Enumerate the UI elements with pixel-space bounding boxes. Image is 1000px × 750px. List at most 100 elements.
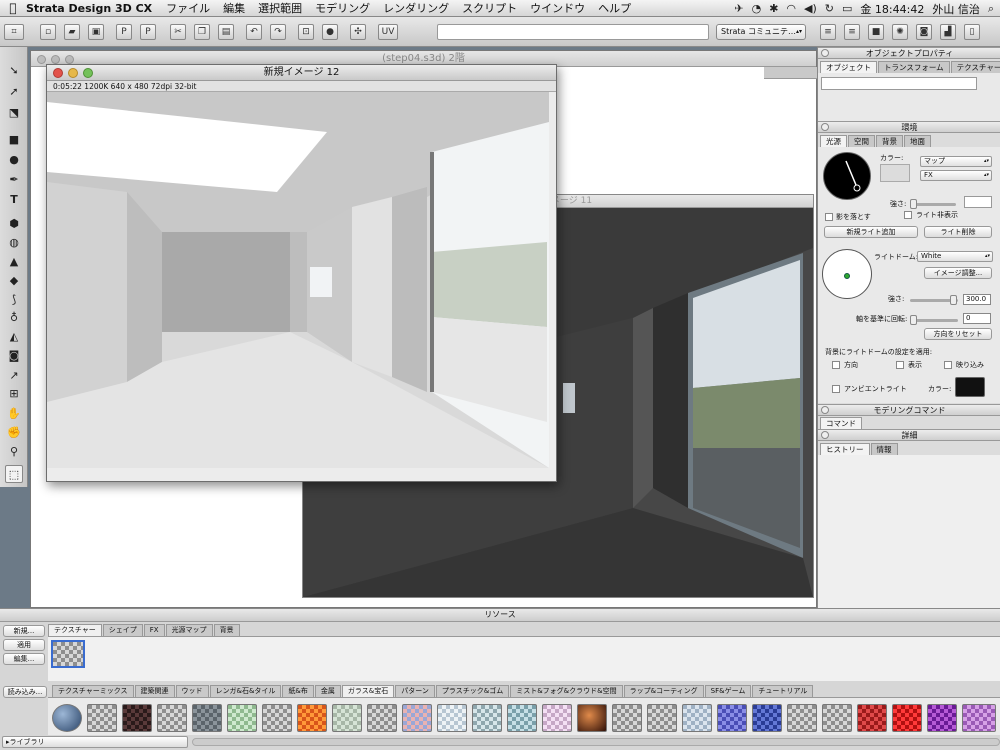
direction-checkbox[interactable] xyxy=(832,361,840,369)
swatch-glass-12[interactable] xyxy=(472,704,502,732)
swatch-glass-22[interactable] xyxy=(822,704,852,732)
swatch-glass-20[interactable] xyxy=(752,704,782,732)
open-folder-icon[interactable]: ▰ xyxy=(64,24,80,40)
swatch-glass-14[interactable] xyxy=(542,704,572,732)
light-color-swatch[interactable] xyxy=(880,164,910,182)
cat-plastic-rubber[interactable]: プラスチック&ゴム xyxy=(435,685,510,697)
object-name-field[interactable] xyxy=(821,77,977,90)
sync-icon[interactable]: ↻ xyxy=(825,2,834,15)
spotlight-tool-icon[interactable]: ◭ xyxy=(5,328,23,346)
swatch-glass-1[interactable] xyxy=(87,704,117,732)
res-tab-fx[interactable]: FX xyxy=(143,624,165,636)
menu-rendering[interactable]: レンダリング xyxy=(383,0,449,16)
rotate-view-icon[interactable]: ✊ xyxy=(5,424,23,442)
doc-view-controls[interactable] xyxy=(764,67,818,79)
direct-select-icon[interactable]: ➚ xyxy=(5,83,23,101)
text-tool-icon[interactable]: T xyxy=(5,191,23,209)
cat-tutorial[interactable]: チュートリアル xyxy=(752,685,814,697)
dome-strength-slider[interactable] xyxy=(910,295,958,305)
reflect-checkbox[interactable] xyxy=(944,361,952,369)
volume-icon[interactable]: ◀) xyxy=(804,2,817,15)
environment-header[interactable]: 環境 xyxy=(818,121,1000,133)
group-icon[interactable]: ⊡ xyxy=(298,24,314,40)
ambient-checkbox[interactable] xyxy=(832,385,840,393)
view-select-icon[interactable]: ⌗ xyxy=(4,24,24,40)
show-checkbox[interactable] xyxy=(896,361,904,369)
library-select[interactable]: ▸ライブラリ xyxy=(2,736,188,748)
light-direction-sphere[interactable] xyxy=(823,152,871,200)
swatch-glass-5[interactable] xyxy=(227,704,257,732)
res-tab-texture[interactable]: テクスチャー xyxy=(48,624,102,636)
measure-tool-icon[interactable]: ↗ xyxy=(5,367,23,385)
undo-icon[interactable]: ↶ xyxy=(246,24,262,40)
swatch-glass-2[interactable] xyxy=(122,704,152,732)
swatch-glass-6[interactable] xyxy=(262,704,292,732)
load-resource-button[interactable]: 読み込み... xyxy=(3,686,47,698)
modeling-command-header[interactable]: モデリングコマンド xyxy=(818,404,1000,416)
camera-tool-icon[interactable]: ◙ xyxy=(5,347,23,365)
center-icon[interactable]: ✣ xyxy=(350,24,366,40)
light-tool-icon[interactable]: ♁ xyxy=(5,309,23,327)
fx-select[interactable]: FX xyxy=(920,170,992,181)
tab-command[interactable]: コマンド xyxy=(820,417,862,429)
swatch-glass-25[interactable] xyxy=(927,704,957,732)
swatch-glass-16[interactable] xyxy=(612,704,642,732)
swatch-glass-9[interactable] xyxy=(367,704,397,732)
photoshop-export-icon[interactable]: P xyxy=(116,24,132,40)
swatch-glass-10[interactable] xyxy=(402,704,432,732)
res-tab-background[interactable]: 背景 xyxy=(213,624,240,636)
reset-direction-button[interactable]: 方向をリセット xyxy=(924,328,992,340)
swatch-glass-4[interactable] xyxy=(192,704,222,732)
cat-pattern[interactable]: パターン xyxy=(395,685,435,697)
menu-file[interactable]: ファイル xyxy=(166,0,210,16)
resource-texture-thumb[interactable] xyxy=(51,640,85,668)
res-tab-shape[interactable]: シェイプ xyxy=(102,624,143,636)
menu-selection[interactable]: 選択範囲 xyxy=(258,0,302,16)
save-icon[interactable]: ▣ xyxy=(88,24,104,40)
library-scrollbar[interactable] xyxy=(192,738,1000,746)
bluetooth-icon[interactable]: ✱ xyxy=(769,2,778,15)
cat-paper-cloth[interactable]: 紙&布 xyxy=(282,685,314,697)
res-tab-lightmap[interactable]: 光源マップ xyxy=(165,624,213,636)
select-arrow-icon[interactable]: ➘ xyxy=(5,62,23,80)
dome-position-marker[interactable] xyxy=(844,273,850,279)
photoshop-link-icon[interactable]: P xyxy=(140,24,156,40)
swatch-glass-11[interactable] xyxy=(437,704,467,732)
community-select[interactable]: Strata コミュニテ… xyxy=(716,24,806,40)
transform-icon[interactable]: ⬔ xyxy=(5,104,23,122)
swatch-glass-13[interactable] xyxy=(507,704,537,732)
tab-light[interactable]: 光源 xyxy=(820,135,847,147)
cast-shadow-checkbox[interactable] xyxy=(825,213,833,221)
render-region-icon[interactable]: ⬚ xyxy=(5,465,23,483)
app-name-menu[interactable]: Strata Design 3D CX xyxy=(26,2,152,15)
script-status-icon[interactable]: ✈ xyxy=(734,2,743,15)
object-properties-header[interactable]: オブジェクトプロパティ xyxy=(818,47,1000,59)
copy-icon[interactable]: ❐ xyxy=(194,24,210,40)
cat-texture-mix[interactable]: テクスチャーミックス xyxy=(52,685,134,697)
menu-script[interactable]: スクリプト xyxy=(462,0,517,16)
toolbar-search-field[interactable] xyxy=(437,24,709,40)
menu-modeling[interactable]: モデリング xyxy=(315,0,370,16)
panel-close-icon[interactable] xyxy=(821,49,829,57)
paste-icon[interactable]: ▤ xyxy=(218,24,234,40)
redo-icon[interactable]: ↷ xyxy=(270,24,286,40)
tab-background[interactable]: 背景 xyxy=(876,135,903,147)
cat-mist-fog-cloud[interactable]: ミスト&フォグ&クラウド&空間 xyxy=(510,685,623,697)
path-tool-icon[interactable]: ⟆ xyxy=(5,291,23,309)
image-adjust-button[interactable]: イメージ調整... xyxy=(924,267,992,279)
apply-resource-button[interactable]: 適用 xyxy=(3,639,45,651)
tab-info[interactable]: 情報 xyxy=(870,443,898,455)
ungroup-icon[interactable]: ● xyxy=(322,24,338,40)
cube-tool-icon[interactable]: ■ xyxy=(5,131,23,149)
details-header[interactable]: 詳細 xyxy=(818,429,1000,441)
ambient-color-swatch[interactable] xyxy=(955,377,985,397)
panel-close-icon[interactable] xyxy=(821,431,829,439)
hide-light-checkbox[interactable] xyxy=(904,211,912,219)
object-cube-icon[interactable]: ■ xyxy=(868,24,884,40)
cat-sf-game[interactable]: SF&ゲーム xyxy=(704,685,752,697)
cut-icon[interactable]: ✂ xyxy=(170,24,186,40)
cat-architecture[interactable]: 建築関連 xyxy=(134,685,175,697)
history-list[interactable] xyxy=(818,455,1000,608)
swatch-glass-7[interactable] xyxy=(297,704,327,732)
swatch-glass-17[interactable] xyxy=(647,704,677,732)
